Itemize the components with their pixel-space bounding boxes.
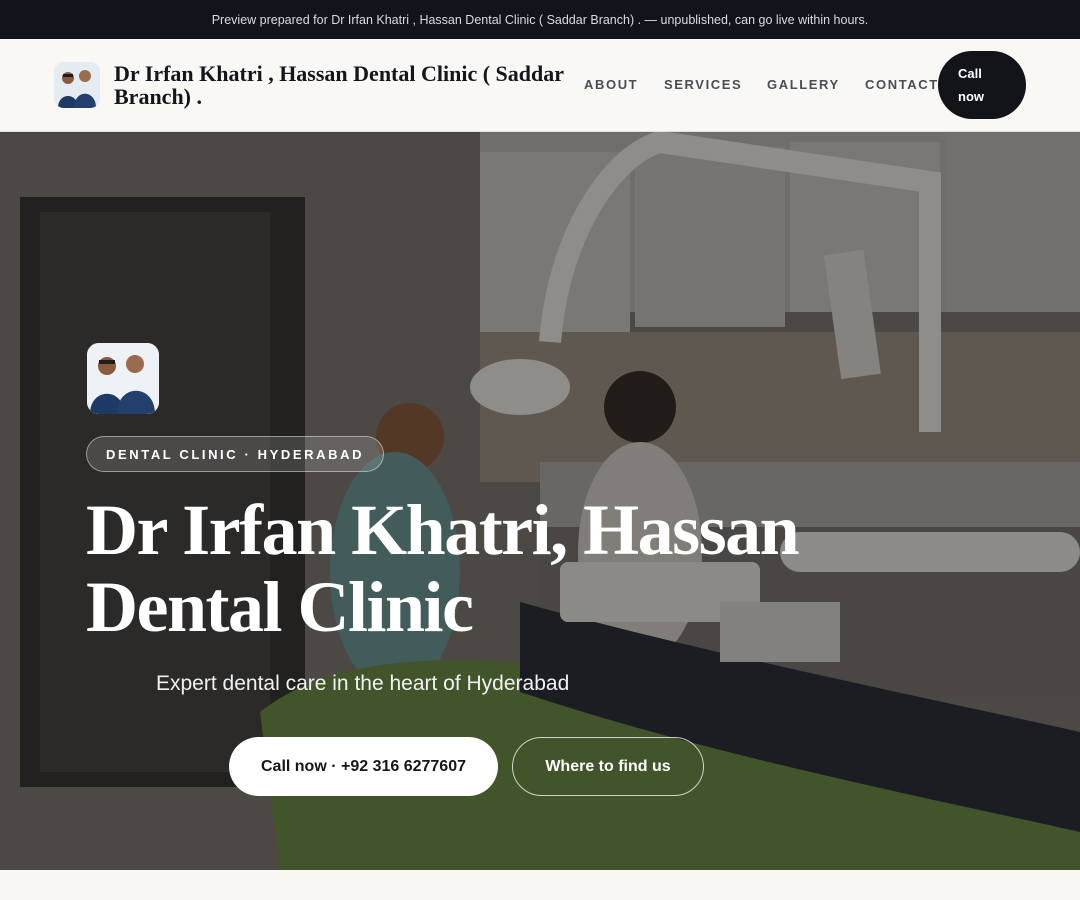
hero-logo-icon [87, 343, 159, 414]
hero-title: Dr Irfan Khatri, Hassan Dental Clinic [86, 490, 800, 647]
clinic-location-badge: DENTAL CLINIC · HYDERABAD [86, 436, 385, 472]
nav-link-services[interactable]: SERVICES [664, 77, 742, 92]
hero-section: DENTAL CLINIC · HYDERABAD Dr Irfan Khatr… [0, 132, 1080, 870]
call-phone-button[interactable]: Call now · +92 316 6277607 [229, 737, 498, 796]
doctors-photo-logo-icon [54, 62, 100, 108]
brand-logo-icon[interactable] [54, 62, 100, 108]
preview-banner-text: Preview prepared for Dr Irfan Khatri , H… [211, 12, 869, 27]
next-section-edge [0, 870, 1080, 900]
nav-link-contact[interactable]: CONTACT [865, 77, 939, 92]
nav-link-gallery[interactable]: GALLERY [767, 77, 840, 92]
call-now-button[interactable]: Call now [938, 51, 1026, 119]
hero-subtitle: Expert dental care in the heart of Hyder… [156, 672, 570, 695]
find-us-button[interactable]: Where to find us [512, 737, 704, 796]
doctors-photo-icon [87, 343, 159, 414]
brand-name[interactable]: Dr Irfan Khatri , Hassan Dental Clinic (… [114, 62, 584, 108]
nav-link-about[interactable]: ABOUT [584, 77, 638, 92]
site-header: Dr Irfan Khatri , Hassan Dental Clinic (… [0, 39, 1080, 132]
preview-banner: Preview prepared for Dr Irfan Khatri , H… [0, 0, 1080, 39]
